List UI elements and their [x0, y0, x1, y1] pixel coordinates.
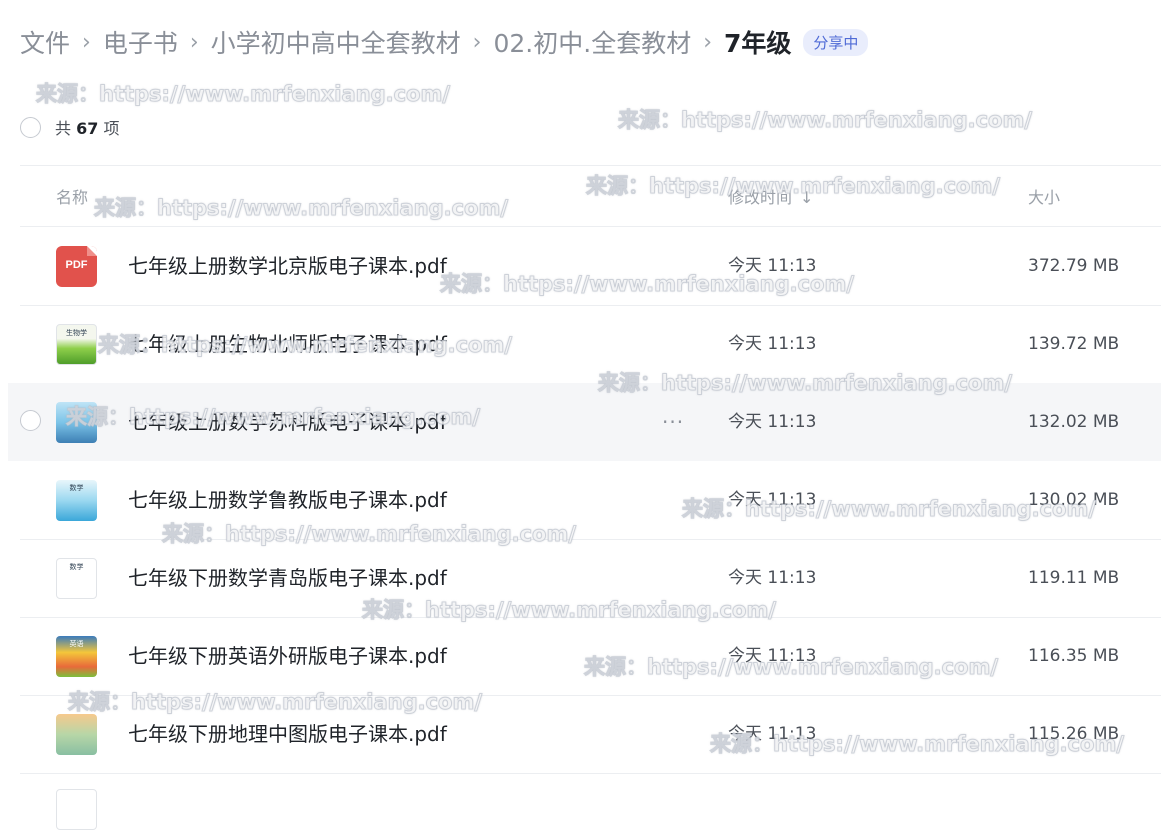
file-size: 139.72 MB: [1028, 334, 1120, 354]
column-header-modified-label: 修改时间: [728, 188, 793, 207]
file-row[interactable]: 英语 七年级下册英语外研版电子课本.pdf 今天 11:13 116.35 MB: [20, 617, 1161, 695]
chevron-right-icon: ›: [472, 29, 482, 55]
file-size: 130.02 MB: [1028, 490, 1120, 510]
file-row[interactable]: 生物学 七年级上册生物北师版电子课本.pdf 今天 11:13 139.72 M…: [20, 305, 1161, 383]
file-row[interactable]: 七年级下册地理中图版电子课本.pdf 今天 11:13 115.26 MB: [20, 695, 1161, 773]
file-row-hovered[interactable]: 七年级上册数学苏科版电子课本.pdf ··· 今天 11:13 132.02 M…: [8, 383, 1161, 461]
breadcrumb-item-junior-high[interactable]: 02.初中.全套教材: [493, 24, 691, 60]
biology-cover-thumbnail: 生物学: [56, 324, 97, 365]
select-all-bar: 共 67 项: [20, 113, 119, 141]
watermark: 来源：https://www.mrfenxiang.com/: [35, 82, 451, 107]
file-size: 132.02 MB: [1028, 412, 1120, 432]
more-options-icon[interactable]: ···: [662, 383, 684, 461]
file-row[interactable]: PDF 七年级上册数学北京版电子课本.pdf 今天 11:13 372.79 M…: [20, 227, 1161, 305]
file-name[interactable]: 七年级下册地理中图版电子课本.pdf: [128, 695, 447, 773]
column-header-modified[interactable]: 修改时间 ↓: [728, 184, 813, 208]
file-name[interactable]: 七年级下册英语外研版电子课本.pdf: [128, 617, 447, 695]
chevron-right-icon: ›: [703, 29, 713, 55]
breadcrumb-item-files[interactable]: 文件: [20, 24, 70, 60]
column-header-size[interactable]: 大小: [1028, 184, 1060, 208]
file-size: 372.79 MB: [1028, 256, 1120, 276]
english-cover-thumbnail: 英语: [56, 636, 97, 677]
column-header-name[interactable]: 名称: [56, 184, 88, 208]
watermark: 来源：https://www.mrfenxiang.com/: [93, 196, 509, 221]
breadcrumb: 文件 › 电子书 › 小学初中高中全套教材 › 02.初中.全套教材 › 7年级…: [20, 22, 869, 62]
file-size: 119.11 MB: [1028, 568, 1120, 588]
select-all-checkbox[interactable]: [20, 116, 41, 138]
file-modified-time: 今天 11:13: [728, 568, 817, 588]
chevron-right-icon: ›: [82, 29, 91, 55]
file-modified-time: 今天 11:13: [728, 646, 817, 666]
file-modified-time: 今天 11:13: [728, 724, 817, 744]
math-cover-thumbnail: 数学: [56, 480, 97, 521]
breadcrumb-item-textbooks[interactable]: 小学初中高中全套教材: [211, 24, 461, 60]
file-name[interactable]: 七年级下册数学青岛版电子课本.pdf: [128, 539, 447, 617]
file-modified-time: 今天 11:13: [728, 490, 817, 510]
geography-cover-thumbnail: [56, 714, 97, 755]
chevron-right-icon: ›: [189, 29, 199, 55]
sort-descending-icon[interactable]: ↓: [800, 188, 813, 207]
pdf-icon: PDF: [56, 246, 97, 287]
divider: [20, 165, 1161, 166]
file-modified-time: 今天 11:13: [728, 334, 817, 354]
file-name[interactable]: 七年级上册数学苏科版电子课本.pdf: [128, 383, 447, 461]
sharing-status-badge[interactable]: 分享中: [803, 28, 869, 56]
file-size: 115.26 MB: [1028, 724, 1120, 744]
file-modified-time: 今天 11:13: [728, 412, 817, 432]
file-size: 116.35 MB: [1028, 646, 1120, 666]
divider: [20, 773, 1161, 774]
file-name[interactable]: 七年级上册数学鲁教版电子课本.pdf: [128, 461, 447, 539]
math-cover-thumbnail: 数学: [56, 558, 97, 599]
breadcrumb-item-ebooks[interactable]: 电子书: [103, 24, 178, 60]
file-thumbnail: [56, 789, 97, 830]
file-name[interactable]: 七年级上册生物北师版电子课本.pdf: [128, 305, 447, 383]
file-row[interactable]: 数学 七年级下册数学青岛版电子课本.pdf 今天 11:13 119.11 MB: [20, 539, 1161, 617]
file-modified-time: 今天 11:13: [728, 256, 817, 276]
watermark: 来源：https://www.mrfenxiang.com/: [617, 108, 1033, 133]
file-row[interactable]: 数学 七年级上册数学鲁教版电子课本.pdf 今天 11:13 130.02 MB: [20, 461, 1161, 539]
row-select-checkbox[interactable]: [20, 410, 41, 431]
item-count: 共 67 项: [55, 119, 120, 138]
file-name[interactable]: 七年级上册数学北京版电子课本.pdf: [128, 227, 447, 305]
math-cover-thumbnail: [56, 402, 97, 443]
breadcrumb-current-folder: 7年级: [724, 29, 792, 58]
